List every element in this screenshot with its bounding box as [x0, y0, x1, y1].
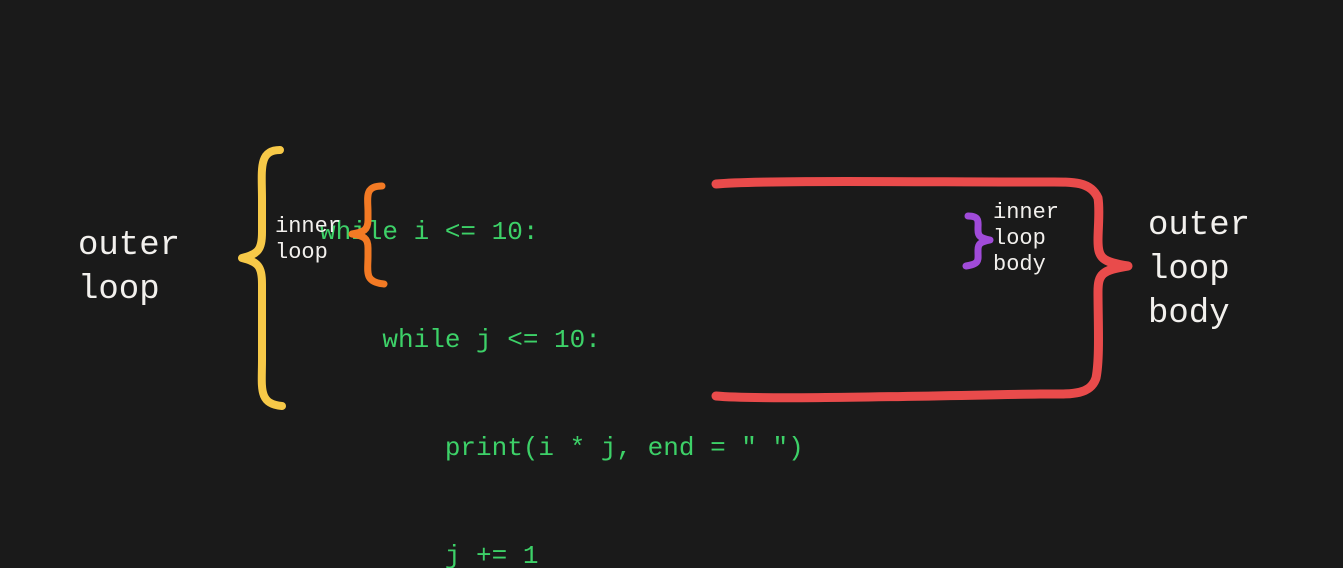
outer-loop-label: outer loop: [78, 224, 180, 312]
inner-loop-label: inner loop: [275, 214, 341, 266]
code-block: while i <= 10: while j <= 10: print(i * …: [320, 142, 804, 568]
inner-loop-body-label: inner loop body: [993, 200, 1059, 278]
outer-loop-body-label: outer loop body: [1148, 204, 1250, 336]
code-line-4: j += 1: [320, 538, 804, 568]
code-line-1: while i <= 10:: [320, 214, 804, 250]
code-line-2: while j <= 10:: [320, 322, 804, 358]
code-line-3: print(i * j, end = " "): [320, 430, 804, 466]
